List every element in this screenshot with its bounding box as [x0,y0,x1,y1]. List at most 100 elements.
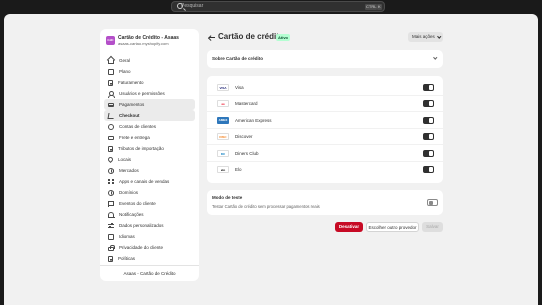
chevron-down-icon [432,55,437,60]
sidebar-item-label: Mercados [119,168,139,173]
save-button[interactable]: Salvar [422,222,443,232]
checkout-icon [107,112,115,119]
method-name: Mastercard [235,101,258,106]
sidebar-item-locais[interactable]: Locais [104,154,195,165]
more-actions-button[interactable]: Mais ações [408,32,443,42]
search-input[interactable]: Pesquisar [181,2,203,11]
chevron-down-icon [436,34,441,39]
sidebar-item-label: Geral [119,58,131,63]
policy-icon [108,255,113,262]
sidebar-item-label: Tributos de importação [118,146,164,151]
method-row-diners: DC Diners Club [207,146,443,162]
sidebar-item-privacidade[interactable]: Privacidade do cliente [104,242,195,253]
sidebar-item-label: Idiomas [119,234,135,239]
top-bar: Pesquisar CTRL K [0,0,542,14]
sidebar-item-label: Frete e entrega [119,135,150,140]
house-icon [108,59,114,64]
data-icon [108,222,114,229]
mastercard-logo-icon: ●● [217,100,229,107]
sidebar-item-usuarios[interactable]: Usuários e permissões [104,88,195,99]
sidebar-item-tributos[interactable]: Tributos de importação [104,143,195,154]
status-badge: Ativo [276,34,290,41]
method-toggle[interactable] [423,100,434,107]
store-logo: CdC [106,36,115,45]
sidebar-item-label: Domínios [119,190,139,195]
store-url: asaas-cartao.myshopify.com [118,41,169,46]
sidebar-item-label: Pagamentos [119,102,145,107]
sidebar-item-politicas[interactable]: Políticas [104,253,195,264]
sidebar-item-dominios[interactable]: Domínios [104,187,195,198]
sidebar-item-label: Apps e canais de vendas [119,179,170,184]
test-mode-card: Modo de teste Testar Cartão de crédito s… [207,190,443,215]
sidebar-item-checkout[interactable]: Checkout [104,110,195,121]
globe-icon [108,189,114,196]
billing-icon [108,79,113,86]
tax-icon [108,145,113,152]
sidebar-item-label: Faturamento [118,80,144,85]
settings-nav: Geral Plano Faturamento Usuários e permi… [104,55,195,264]
plan-icon [108,68,114,75]
sidebar-item-notificacoes[interactable]: Notificações [104,209,195,220]
sidebar-item-contas-clientes[interactable]: Contas de clientes [104,121,195,132]
truck-icon [108,136,114,140]
shortcut-ctrl: CTRL [365,4,378,10]
test-mode-description: Testar Cartão de crédito sem processar p… [212,204,320,209]
customer-accounts-icon [108,123,114,130]
sidebar-item-apps[interactable]: Apps e canais de vendas [104,176,195,187]
app-footer: Asaas - Cartão de Crédito [100,265,199,281]
sidebar-item-label: Usuários e permissões [119,91,165,96]
choose-other-provider-button[interactable]: Escolher outro provedor [366,222,419,232]
arrow-left-icon[interactable] [209,35,215,40]
sidebar-item-label: Políticas [118,256,136,261]
visa-logo-icon: VISA [217,84,229,91]
payment-methods-card: VISA Visa ●● Mastercard AMEX American Ex… [207,76,443,183]
location-icon [106,155,115,164]
sidebar-item-mercados[interactable]: Mercados [104,165,195,176]
sidebar-item-idiomas[interactable]: Idiomas [104,231,195,242]
method-name: Elo [235,167,242,172]
sidebar-item-label: Dados personalizados [119,223,164,228]
settings-sidebar: CdC Cartão de Crédito - Asaas asaas-cart… [100,29,199,281]
about-section[interactable]: Sobre Cartão de crédito [207,50,443,68]
method-row-amex: AMEX American Express [207,113,443,129]
method-toggle[interactable] [423,166,434,173]
method-toggle[interactable] [423,117,434,124]
sidebar-item-label: Locais [118,157,132,162]
sidebar-item-eventos[interactable]: Eventos do cliente [104,198,195,209]
method-row-discover: DISC Discover [207,129,443,145]
elo-logo-icon: elo [217,166,229,173]
deactivate-button[interactable]: Desativar [335,222,363,232]
test-mode-title: Modo de teste [212,195,243,200]
apps-icon [108,178,114,185]
method-toggle[interactable] [423,150,434,157]
sidebar-item-dados[interactable]: Dados personalizados [104,220,195,231]
method-row-visa: VISA Visa [207,80,443,96]
page-title: Cartão de crédito [218,32,284,41]
search-bar[interactable]: Pesquisar CTRL K [171,1,385,12]
sidebar-item-faturamento[interactable]: Faturamento [104,77,195,88]
sidebar-item-plano[interactable]: Plano [104,66,195,77]
amex-logo-icon: AMEX [217,117,229,124]
sidebar-item-frete[interactable]: Frete e entrega [104,132,195,143]
lock-icon [108,244,115,251]
globe-icon [108,167,114,174]
method-name: Discover [235,134,253,139]
language-icon [108,233,114,240]
sidebar-item-geral[interactable]: Geral [104,55,195,66]
users-icon [108,90,115,98]
sidebar-item-label: Plano [119,69,131,74]
sidebar-item-pagamentos[interactable]: Pagamentos [104,99,195,110]
sidebar-item-label: Checkout [119,113,140,118]
sidebar-item-label: Eventos do cliente [119,201,156,206]
sidebar-item-label: Privacidade do cliente [119,245,164,250]
method-row-mastercard: ●● Mastercard [207,96,443,112]
method-toggle[interactable] [423,84,434,91]
method-toggle[interactable] [423,133,434,140]
test-mode-toggle[interactable] [427,199,438,206]
shortcut-k: K [377,4,382,10]
method-row-elo: elo Elo [207,162,443,178]
method-name: American Express [235,118,272,123]
sidebar-item-label: Notificações [119,212,144,217]
sidebar-item-label: Contas de clientes [119,124,157,129]
events-icon [108,200,114,207]
